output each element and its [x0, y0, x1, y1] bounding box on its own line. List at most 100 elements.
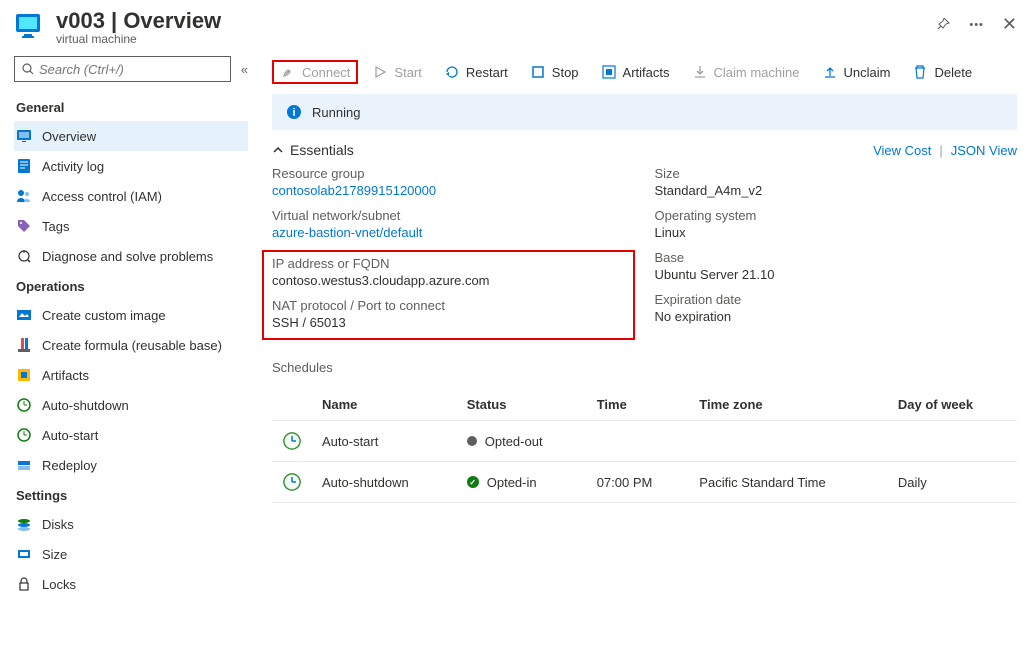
delete-button[interactable]: Delete: [904, 60, 980, 84]
download-icon: [692, 64, 708, 80]
table-row[interactable]: Auto-start Opted-out: [272, 421, 1017, 462]
sidebar-item-label: Size: [42, 547, 67, 562]
vnet-label: Virtual network/subnet: [272, 208, 635, 223]
base-value: Ubuntu Server 21.10: [655, 267, 1018, 282]
sidebar-item-redeploy[interactable]: Redeploy: [14, 450, 248, 480]
col-time: Time: [587, 389, 690, 421]
formula-icon: [16, 337, 32, 353]
resource-group-label: Resource group: [272, 166, 635, 181]
row-time: [587, 421, 690, 462]
sidebar-item-label: Tags: [42, 219, 69, 234]
restart-button[interactable]: Restart: [436, 60, 516, 84]
sidebar-item-custom-image[interactable]: Create custom image: [14, 300, 248, 330]
vnet-value[interactable]: azure-bastion-vnet/default: [272, 225, 635, 240]
toolbar-label: Delete: [934, 65, 972, 80]
sidebar: « General Overview Activity log Access c…: [0, 50, 258, 663]
row-status: Opted-in: [487, 475, 537, 490]
expiration-label: Expiration date: [655, 292, 1018, 307]
toolbar-label: Start: [394, 65, 421, 80]
diagnose-icon: [16, 248, 32, 264]
section-title: Settings: [14, 480, 248, 509]
unclaim-button[interactable]: Unclaim: [814, 60, 899, 84]
row-timezone: Pacific Standard Time: [689, 462, 888, 503]
clock-icon: [16, 427, 32, 443]
resource-group-value[interactable]: contosolab21789915120000: [272, 183, 635, 198]
sidebar-item-tags[interactable]: Tags: [14, 211, 248, 241]
collapse-sidebar-icon[interactable]: «: [241, 62, 248, 77]
table-row[interactable]: Auto-shutdown Opted-in 07:00 PM Pacific …: [272, 462, 1017, 503]
sidebar-item-disks[interactable]: Disks: [14, 509, 248, 539]
delete-icon: [912, 64, 928, 80]
row-timezone: [689, 421, 888, 462]
more-icon[interactable]: •••: [969, 19, 984, 31]
os-label: Operating system: [655, 208, 1018, 223]
essentials-title: Essentials: [290, 142, 354, 158]
locks-icon: [16, 576, 32, 592]
col-name: Name: [312, 389, 457, 421]
sidebar-item-locks[interactable]: Locks: [14, 569, 248, 599]
sidebar-item-label: Access control (IAM): [42, 189, 162, 204]
sidebar-item-label: Activity log: [42, 159, 104, 174]
tag-icon: [16, 218, 32, 234]
start-button[interactable]: Start: [364, 60, 429, 84]
sidebar-item-label: Artifacts: [42, 368, 89, 383]
sidebar-item-iam[interactable]: Access control (IAM): [14, 181, 248, 211]
monitor-icon: [16, 128, 32, 144]
size-label: Size: [655, 166, 1018, 181]
search-box[interactable]: [14, 56, 231, 82]
sidebar-section-operations: Operations Create custom image Create fo…: [14, 271, 248, 480]
toolbar-label: Connect: [302, 65, 350, 80]
status-text: Running: [312, 105, 360, 120]
row-dow: [888, 421, 1017, 462]
search-input[interactable]: [39, 62, 224, 77]
image-icon: [16, 307, 32, 323]
sidebar-item-artifacts[interactable]: Artifacts: [14, 360, 248, 390]
connect-button[interactable]: Connect: [272, 60, 358, 84]
clock-icon: [282, 431, 302, 451]
iam-icon: [16, 188, 32, 204]
toolbar-label: Stop: [552, 65, 579, 80]
col-dow: Day of week: [888, 389, 1017, 421]
essentials-toggle[interactable]: Essentials: [272, 142, 354, 158]
row-time: 07:00 PM: [587, 462, 690, 503]
status-dot-gray: [467, 436, 477, 446]
claim-button[interactable]: Claim machine: [684, 60, 808, 84]
sidebar-item-size[interactable]: Size: [14, 539, 248, 569]
artifacts-button[interactable]: Artifacts: [593, 60, 678, 84]
row-status: Opted-out: [485, 434, 543, 449]
separator: |: [939, 143, 942, 158]
sidebar-item-label: Overview: [42, 129, 96, 144]
artifacts-icon: [16, 367, 32, 383]
info-icon: i: [286, 104, 302, 120]
section-title: Operations: [14, 271, 248, 300]
nat-value: SSH / 65013: [272, 315, 625, 330]
row-dow: Daily: [888, 462, 1017, 503]
toolbar-label: Restart: [466, 65, 508, 80]
view-cost-link[interactable]: View Cost: [873, 143, 931, 158]
page-subtitle: virtual machine: [56, 32, 937, 46]
sidebar-item-diagnose[interactable]: Diagnose and solve problems: [14, 241, 248, 271]
os-value: Linux: [655, 225, 1018, 240]
essentials-grid: Resource group contosolab21789915120000 …: [272, 166, 1017, 340]
clock-icon: [16, 397, 32, 413]
sidebar-item-activity-log[interactable]: Activity log: [14, 151, 248, 181]
base-label: Base: [655, 250, 1018, 265]
stop-button[interactable]: Stop: [522, 60, 587, 84]
sidebar-item-label: Disks: [42, 517, 74, 532]
disks-icon: [16, 516, 32, 532]
sidebar-item-label: Auto-shutdown: [42, 398, 129, 413]
size-icon: [16, 546, 32, 562]
sidebar-item-auto-shutdown[interactable]: Auto-shutdown: [14, 390, 248, 420]
json-view-link[interactable]: JSON View: [951, 143, 1017, 158]
sidebar-section-general: General Overview Activity log Access con…: [14, 92, 248, 271]
pin-icon[interactable]: [937, 18, 951, 32]
sidebar-item-overview[interactable]: Overview: [14, 121, 248, 151]
sidebar-item-auto-start[interactable]: Auto-start: [14, 420, 248, 450]
connect-icon: [280, 64, 296, 80]
chevron-up-icon: [272, 144, 284, 156]
play-icon: [372, 64, 388, 80]
toolbar-label: Artifacts: [623, 65, 670, 80]
sidebar-item-formula[interactable]: Create formula (reusable base): [14, 330, 248, 360]
page-title: v003 | Overview: [56, 8, 937, 34]
close-icon[interactable]: ✕: [1002, 14, 1017, 35]
